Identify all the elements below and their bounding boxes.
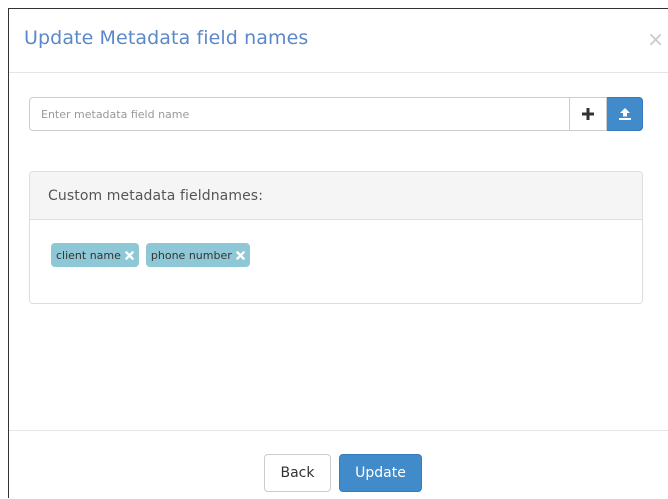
field-tag: client name	[51, 243, 139, 267]
dialog-header: Update Metadata field names ×	[9, 9, 668, 73]
upload-fields-button[interactable]	[607, 97, 643, 131]
remove-icon[interactable]	[125, 250, 135, 260]
field-tag: phone number	[145, 243, 250, 267]
add-field-button[interactable]	[569, 97, 607, 131]
plus-icon	[582, 108, 594, 120]
tag-label: phone number	[150, 248, 232, 262]
panel-title: Custom metadata fieldnames:	[48, 187, 264, 204]
custom-metadata-panel: Custom metadata fieldnames: client name …	[29, 171, 643, 304]
back-button[interactable]: Back	[264, 454, 331, 492]
tag-list: client name phone number	[30, 220, 642, 267]
field-name-input-group	[29, 97, 643, 131]
dialog-title: Update Metadata field names	[24, 27, 309, 49]
close-icon[interactable]: ×	[647, 29, 664, 49]
update-button[interactable]: Update	[339, 454, 422, 492]
upload-icon	[618, 108, 631, 120]
panel-heading: Custom metadata fieldnames:	[30, 172, 642, 220]
remove-icon[interactable]	[236, 250, 246, 260]
tag-label: client name	[56, 248, 121, 262]
metadata-field-name-input[interactable]	[29, 97, 569, 131]
dialog-footer: Back Update	[9, 430, 668, 499]
update-metadata-dialog: Update Metadata field names × Custom met…	[8, 8, 668, 498]
